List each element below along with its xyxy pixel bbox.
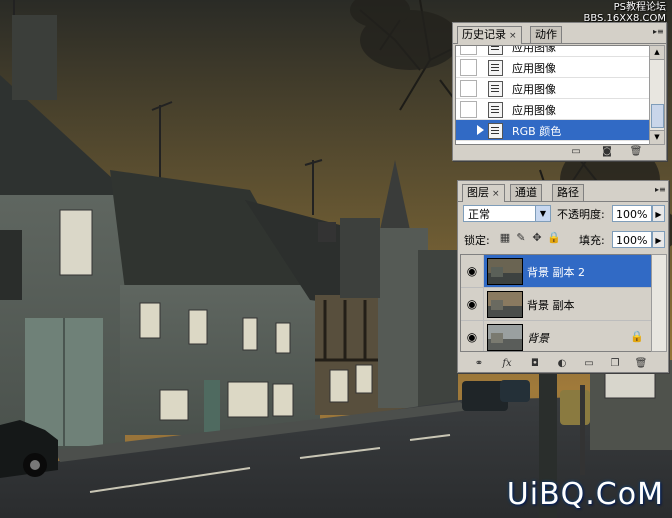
history-state-slider-icon[interactable] — [477, 125, 484, 135]
lock-transparency-icon[interactable]: ▦ — [499, 232, 511, 244]
lock-fill-row: 锁定: ▦ ✎ ✥ 🔒 填充: 100% ▶ — [461, 230, 665, 250]
trash-icon[interactable]: 🗑 — [629, 146, 643, 158]
history-item[interactable]: 应用图像 — [456, 78, 649, 99]
layers-list: ◉ 背景 副本 2 ◉ 背景 副本 ◉ 背景 🔒 — [460, 254, 655, 352]
history-state-icon — [488, 46, 503, 55]
new-document-from-state-icon[interactable]: ▭ — [569, 146, 583, 158]
history-source-checkbox[interactable] — [460, 122, 477, 139]
tab-history-label: 历史记录 — [462, 28, 506, 41]
tab-channels[interactable]: 通道 — [510, 184, 542, 201]
lock-label: 锁定: — [464, 234, 490, 247]
history-item[interactable]: 应用图像 — [456, 57, 649, 78]
panel-menu-icon[interactable]: ▸≡ — [655, 184, 666, 196]
watermark-forum: PS教程论坛 BBS.16XX8.COM — [583, 2, 666, 24]
history-state-icon — [488, 123, 503, 139]
history-state-icon — [488, 60, 503, 76]
opacity-value: 100% — [616, 208, 648, 221]
layer-name: 背景 副本 — [527, 299, 575, 312]
layers-scrollbar[interactable] — [651, 254, 667, 352]
new-layer-icon[interactable]: ❐ — [608, 358, 622, 370]
tab-actions-label: 动作 — [535, 28, 557, 41]
layer-row[interactable]: ◉ 背景 🔒 — [461, 321, 654, 351]
lock-icon: 🔒 — [630, 330, 644, 343]
eye-visibility-icon[interactable]: ◉ — [461, 321, 484, 351]
history-item-label: 应用图像 — [512, 104, 556, 117]
camera-snapshot-icon[interactable]: ◙ — [600, 146, 614, 158]
tab-history[interactable]: 历史记录 × — [457, 26, 522, 44]
tab-channels-label: 通道 — [515, 186, 537, 199]
tab-paths[interactable]: 路径 — [552, 184, 584, 201]
eye-visibility-icon[interactable]: ◉ — [461, 255, 484, 287]
close-icon[interactable]: × — [492, 189, 500, 199]
layers-panel: 图层 × 通道 路径 ▸≡ 正常 ▼ 不透明度: 100% ▶ 锁定: ▦ ✎ ✥… — [457, 180, 669, 373]
panel-menu-icon[interactable]: ▸≡ — [653, 26, 664, 38]
adjustment-layer-icon[interactable]: ◐ — [555, 358, 569, 370]
scroll-up-icon[interactable]: ▲ — [650, 46, 664, 60]
layer-name: 背景 副本 2 — [527, 266, 585, 279]
opacity-label: 不透明度: — [557, 208, 605, 221]
new-group-icon[interactable]: ▭ — [582, 358, 596, 370]
blend-opacity-row: 正常 ▼ 不透明度: 100% ▶ — [461, 204, 665, 224]
history-footer: ▭ ◙ 🗑 — [453, 144, 666, 160]
chevron-down-icon[interactable]: ▼ — [535, 206, 550, 221]
layer-row-selected[interactable]: ◉ 背景 副本 2 — [461, 255, 654, 288]
history-list: 应用图像 应用图像 应用图像 应用图像 RGB 颜色 — [455, 45, 650, 145]
layer-name: 背景 — [527, 332, 549, 345]
history-source-checkbox[interactable] — [460, 46, 477, 55]
fill-label: 填充: — [579, 234, 605, 247]
blend-mode-select[interactable]: 正常 ▼ — [463, 205, 551, 222]
fx-icon[interactable]: fx — [500, 358, 514, 370]
history-item-label: 应用图像 — [512, 83, 556, 96]
fill-value: 100% — [616, 234, 648, 247]
lock-all-icon[interactable]: 🔒 — [547, 232, 561, 244]
fill-slider-icon[interactable]: ▶ — [652, 231, 665, 248]
layer-thumbnail — [487, 291, 523, 318]
watermark-forum-title: PS教程论坛 — [613, 2, 666, 13]
history-panel: 历史记录 × 动作 ▸≡ 应用图像 应用图像 应用图像 应用图像 RGB 颜色 … — [452, 22, 667, 161]
opacity-input[interactable]: 100% — [612, 205, 652, 222]
history-item[interactable]: 应用图像 — [456, 45, 649, 57]
history-source-checkbox[interactable] — [460, 59, 477, 76]
history-item-selected[interactable]: RGB 颜色 — [456, 120, 649, 141]
history-source-checkbox[interactable] — [460, 101, 477, 118]
history-source-checkbox[interactable] — [460, 80, 477, 97]
watermark-brand: UiBQ.CoM — [506, 477, 664, 512]
tab-actions[interactable]: 动作 — [530, 26, 562, 43]
tab-layers[interactable]: 图层 × — [462, 184, 505, 202]
history-state-icon — [488, 102, 503, 118]
history-state-icon — [488, 81, 503, 97]
close-icon[interactable]: × — [509, 31, 517, 41]
tab-layers-label: 图层 — [467, 186, 489, 199]
layer-thumbnail — [487, 324, 523, 351]
fill-input[interactable]: 100% — [612, 231, 652, 248]
scroll-down-icon[interactable]: ▼ — [650, 130, 664, 144]
trash-icon[interactable]: 🗑 — [634, 358, 648, 370]
layers-footer: ⚭ fx ◘ ◐ ▭ ❐ 🗑 — [458, 356, 668, 372]
history-scrollbar[interactable]: ▲ ▼ — [649, 45, 665, 145]
history-item[interactable]: 应用图像 — [456, 99, 649, 120]
history-item-label: RGB 颜色 — [512, 125, 562, 138]
tab-paths-label: 路径 — [557, 186, 579, 199]
blend-mode-value: 正常 — [468, 208, 490, 221]
history-item-label: 应用图像 — [512, 45, 556, 54]
history-panel-tabs: 历史记录 × 动作 ▸≡ — [453, 23, 666, 44]
layer-row[interactable]: ◉ 背景 副本 — [461, 288, 654, 321]
eye-visibility-icon[interactable]: ◉ — [461, 288, 484, 320]
lock-position-move-icon[interactable]: ✥ — [531, 232, 543, 244]
layers-panel-tabs: 图层 × 通道 路径 ▸≡ — [458, 181, 668, 202]
history-item-label: 应用图像 — [512, 62, 556, 75]
link-layers-icon[interactable]: ⚭ — [472, 358, 486, 370]
lock-image-brush-icon[interactable]: ✎ — [515, 232, 527, 244]
layer-thumbnail — [487, 258, 523, 285]
scroll-thumb[interactable] — [651, 104, 664, 128]
mask-icon[interactable]: ◘ — [528, 358, 542, 370]
opacity-slider-icon[interactable]: ▶ — [652, 205, 665, 222]
